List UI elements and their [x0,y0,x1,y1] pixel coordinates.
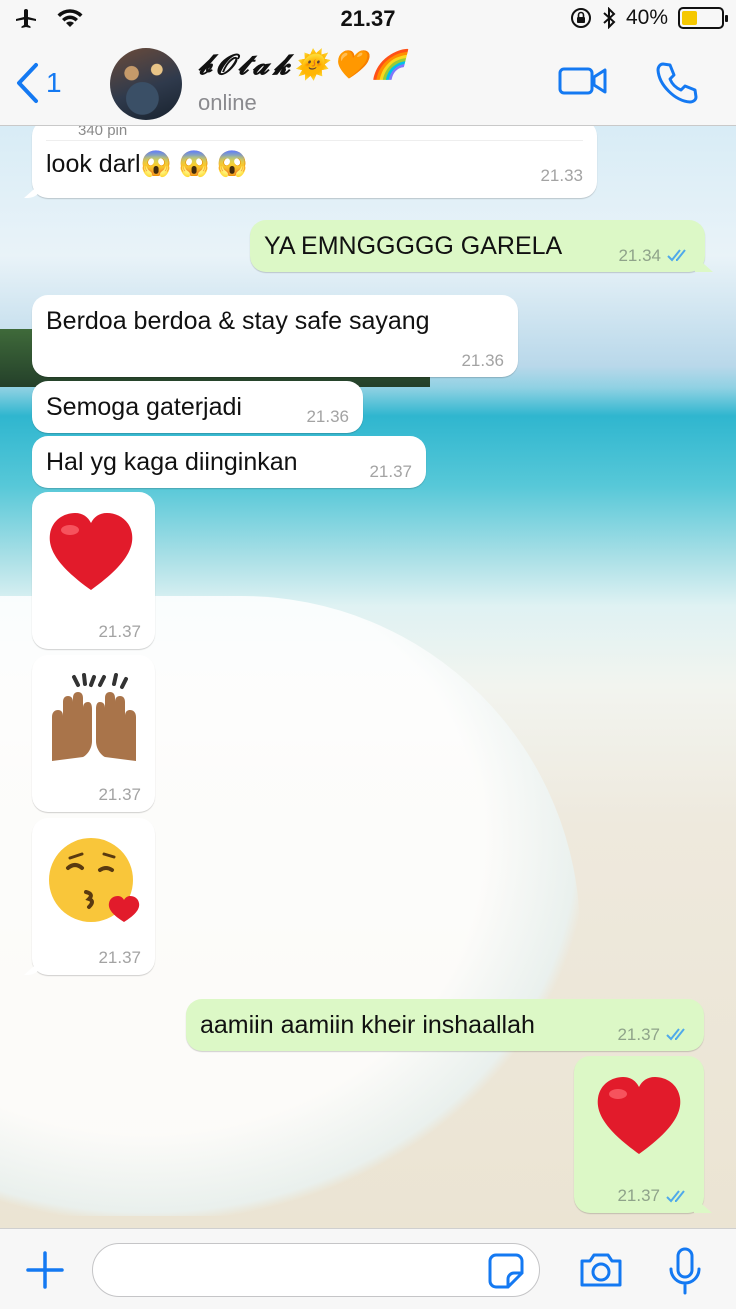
message-bubble-incoming[interactable]: 21.37 [32,492,155,649]
message-bubble-incoming[interactable]: 21.37 [32,655,155,812]
rotation-lock-icon [570,8,591,28]
message-bubble-outgoing[interactable]: YA EMNGGGGG GARELA 21.34 [250,220,713,272]
message-bubble-incoming[interactable]: Semoga gaterjadi 21.36 [32,381,363,433]
message-time: 21.34 [618,246,661,265]
message-text: YA EMNGGGGG GARELA [264,232,563,260]
back-button[interactable]: 1 [14,62,62,104]
heart-emoji [597,1077,681,1154]
message-text: Semoga gaterjadi [46,393,242,421]
message-time: 21.37 [617,1025,660,1044]
double-check-icon [667,249,686,262]
bluetooth-icon [603,7,616,29]
message-bubble-incoming[interactable]: Hal yg kaga diinginkan 21.37 [32,436,426,488]
message-time: 21.37 [369,462,412,481]
contact-status: online [198,90,257,115]
message-bubble-incoming[interactable]: 340 pin look darl😱 😱 😱 21.33 [24,126,597,198]
message-time: 21.37 [98,948,141,967]
message-time: 21.37 [98,785,141,804]
message-input[interactable] [92,1243,540,1297]
heart-emoji [49,513,133,590]
back-count: 1 [46,67,62,98]
avatar[interactable] [110,48,182,120]
double-check-icon [666,1190,685,1203]
message-text: look darl😱 😱 😱 [46,150,248,178]
input-bar [0,1228,736,1309]
status-right: 40% [570,6,728,30]
message-bubble-outgoing[interactable]: 21.37 [574,1056,712,1213]
double-check-icon [666,1028,685,1041]
message-text: Berdoa berdoa & stay safe sayang [46,307,430,335]
message-time: 21.37 [617,1186,660,1205]
chat-header: 1 𝓫𝓞𝓽𝓪𝓴🌞🧡🌈 online [0,40,736,126]
battery-fill [682,11,698,25]
chat-area[interactable]: 340 pin look darl😱 😱 😱 21.33 YA EMNGGGGG… [0,126,736,1228]
plus-icon[interactable] [26,1251,64,1289]
phone-icon[interactable] [654,60,700,106]
battery-percent: 40% [625,6,668,29]
message-time: 21.36 [461,351,504,370]
message-text: Hal yg kaga diinginkan [46,448,298,476]
message-bubble-incoming[interactable]: 21.37 [24,818,155,975]
back-chevron-icon [17,63,38,103]
quoted-reply: 340 pin [78,126,128,139]
battery-icon [678,7,728,29]
message-text: aamiin aamiin kheir inshaallah [200,1011,535,1039]
bubble-tail [24,182,42,198]
video-call-icon[interactable] [558,60,608,100]
bubble-tail [694,1197,712,1213]
status-bar: 21.37 40% [0,0,736,40]
kissing-face-emoji [49,838,140,922]
message-bubble-incoming[interactable]: Berdoa berdoa & stay safe sayang 21.36 [32,295,518,377]
message-time: 21.33 [540,166,583,185]
raising-hands-emoji [52,673,136,761]
camera-icon[interactable] [578,1251,624,1289]
bubble-tail [695,256,713,272]
message-time: 21.37 [98,622,141,641]
contact-name[interactable]: 𝓫𝓞𝓽𝓪𝓴🌞🧡🌈 [198,48,410,82]
message-time: 21.36 [306,407,349,426]
microphone-icon[interactable] [668,1247,702,1295]
sticker-icon[interactable] [488,1253,524,1289]
message-bubble-outgoing[interactable]: aamiin aamiin kheir inshaallah 21.37 [186,999,704,1051]
